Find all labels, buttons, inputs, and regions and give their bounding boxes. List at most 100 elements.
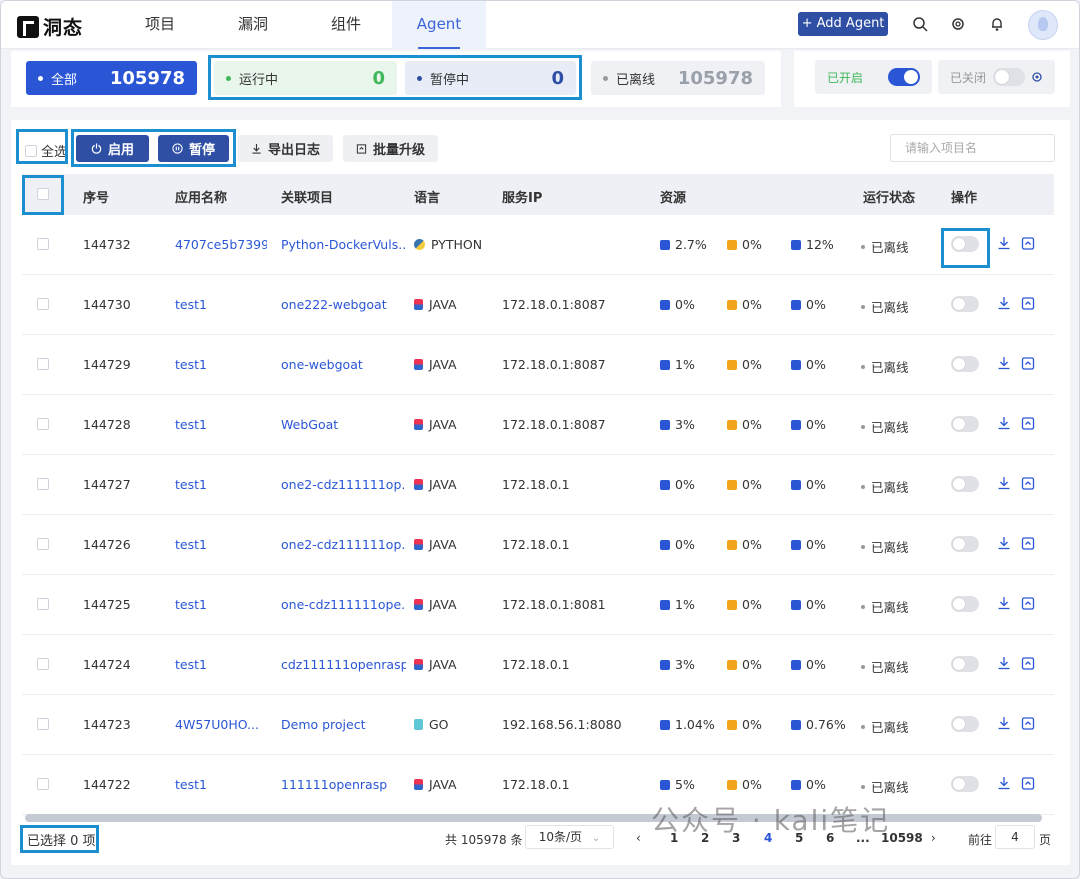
- project-search-input[interactable]: 请输入项目名: [890, 134, 1055, 162]
- row-enable-switch[interactable]: [951, 656, 979, 672]
- upgrade-icon[interactable]: [1021, 776, 1035, 790]
- nav-item-agent[interactable]: Agent: [392, 1, 486, 49]
- table-row[interactable]: 144730 test1 one222-webgoat JAVA 172.18.0.1:…: [22, 275, 1054, 335]
- upgrade-icon[interactable]: [1021, 236, 1035, 250]
- row-project-link[interactable]: one-cdz111111ope...: [281, 597, 406, 612]
- download-icon[interactable]: [997, 296, 1011, 310]
- filter-card-running[interactable]: 运行中 0: [214, 61, 397, 95]
- enabled-toggle-card[interactable]: 已开启: [815, 60, 932, 94]
- filter-card-all[interactable]: 全部 105978: [26, 61, 197, 95]
- add-agent-button[interactable]: + Add Agent: [798, 12, 888, 36]
- download-icon[interactable]: [997, 236, 1011, 250]
- row-project-link[interactable]: one2-cdz111111op...: [281, 477, 406, 492]
- download-icon[interactable]: [997, 476, 1011, 490]
- row-app-link[interactable]: test1: [175, 777, 207, 792]
- upgrade-icon[interactable]: [1021, 476, 1035, 490]
- download-icon[interactable]: [997, 536, 1011, 550]
- row-app-link[interactable]: test1: [175, 357, 207, 372]
- search-icon[interactable]: [912, 16, 928, 32]
- row-enable-switch[interactable]: [951, 536, 979, 552]
- goto-page-input[interactable]: 4: [995, 825, 1035, 849]
- table-row[interactable]: 144722 test1 111111openrasp JAVA 172.18.0.1 5…: [22, 755, 1054, 815]
- upgrade-icon[interactable]: [1021, 596, 1035, 610]
- bell-icon[interactable]: [989, 16, 1005, 32]
- upgrade-icon[interactable]: [1021, 356, 1035, 370]
- start-button[interactable]: 启用: [76, 135, 149, 162]
- disabled-switch[interactable]: [993, 68, 1025, 86]
- upgrade-icon[interactable]: [1021, 296, 1035, 310]
- table-row[interactable]: 144723 4W57U0HO... Demo project GO 192.168.5…: [22, 695, 1054, 755]
- row-enable-switch[interactable]: [951, 236, 979, 252]
- row-enable-switch[interactable]: [951, 476, 979, 492]
- download-icon[interactable]: [997, 656, 1011, 670]
- table-row[interactable]: 144728 test1 WebGoat JAVA 172.18.0.1:8087 3% 0…: [22, 395, 1054, 455]
- download-icon[interactable]: [997, 716, 1011, 730]
- upgrade-icon[interactable]: [1021, 656, 1035, 670]
- row-app-link[interactable]: test1: [175, 477, 207, 492]
- row-project-link[interactable]: WebGoat: [281, 417, 338, 432]
- row-checkbox[interactable]: [37, 538, 49, 550]
- enabled-switch[interactable]: [888, 68, 920, 86]
- next-page-icon[interactable]: ›: [931, 831, 936, 845]
- row-app-link[interactable]: test1: [175, 597, 207, 612]
- row-checkbox[interactable]: [37, 478, 49, 490]
- download-icon[interactable]: [997, 416, 1011, 430]
- row-app-link[interactable]: test1: [175, 657, 207, 672]
- pause-button[interactable]: 暂停: [158, 135, 229, 162]
- table-row[interactable]: 144725 test1 one-cdz111111ope... JAVA 172.18…: [22, 575, 1054, 635]
- row-checkbox[interactable]: [37, 298, 49, 310]
- row-project-link[interactable]: Python-DockerVuls...: [281, 237, 406, 252]
- row-project-link[interactable]: one-webgoat: [281, 357, 363, 372]
- upgrade-icon[interactable]: [1021, 416, 1035, 430]
- gear-icon[interactable]: [1031, 71, 1043, 83]
- table-row[interactable]: 144727 test1 one2-cdz111111op... JAVA 172.18…: [22, 455, 1054, 515]
- filter-card-paused[interactable]: 暂停中 0: [405, 61, 576, 95]
- row-app-link[interactable]: test1: [175, 537, 207, 552]
- upgrade-icon[interactable]: [1021, 536, 1035, 550]
- user-avatar[interactable]: [1028, 10, 1058, 40]
- download-icon[interactable]: [997, 356, 1011, 370]
- row-app-link[interactable]: 4W57U0HO...: [175, 717, 259, 732]
- row-project-link[interactable]: one222-webgoat: [281, 297, 387, 312]
- select-all-checkbox[interactable]: [25, 144, 37, 157]
- download-icon[interactable]: [997, 776, 1011, 790]
- row-checkbox[interactable]: [37, 598, 49, 610]
- row-project-link[interactable]: 111111openrasp: [281, 777, 387, 792]
- row-project-link[interactable]: Demo project: [281, 717, 366, 732]
- table-row[interactable]: 144729 test1 one-webgoat JAVA 172.18.0.1:808…: [22, 335, 1054, 395]
- row-checkbox[interactable]: [37, 778, 49, 790]
- page-size-select[interactable]: 10条/页 ⌄: [525, 825, 614, 849]
- disabled-toggle-card[interactable]: 已关闭: [938, 60, 1055, 94]
- row-project-link[interactable]: one2-cdz111111op...: [281, 537, 406, 552]
- row-checkbox[interactable]: [37, 418, 49, 430]
- row-project-link[interactable]: cdz111111openrasp: [281, 657, 406, 672]
- table-row[interactable]: 144726 test1 one2-cdz111111op... JAVA 172.18…: [22, 515, 1054, 575]
- table-row[interactable]: 144732 4707ce5b7399 Python-DockerVuls... PY…: [22, 215, 1054, 275]
- row-enable-switch[interactable]: [951, 776, 979, 792]
- nav-item-components[interactable]: 组件: [299, 1, 393, 49]
- row-checkbox[interactable]: [37, 658, 49, 670]
- row-enable-switch[interactable]: [951, 596, 979, 612]
- row-checkbox[interactable]: [37, 238, 49, 250]
- header-checkbox[interactable]: [37, 188, 49, 200]
- row-enable-switch[interactable]: [951, 356, 979, 372]
- batch-upgrade-button[interactable]: 批量升级: [343, 135, 438, 162]
- prev-page-icon[interactable]: ‹: [636, 831, 641, 845]
- filter-card-offline[interactable]: 已离线 105978: [591, 61, 765, 95]
- select-all[interactable]: 全选: [25, 141, 67, 160]
- row-enable-switch[interactable]: [951, 416, 979, 432]
- table-row[interactable]: 144724 test1 cdz111111openrasp JAVA 172.18.0…: [22, 635, 1054, 695]
- row-enable-switch[interactable]: [951, 716, 979, 732]
- row-enable-switch[interactable]: [951, 296, 979, 312]
- nav-item-projects[interactable]: 项目: [113, 1, 207, 49]
- row-app-link[interactable]: test1: [175, 297, 207, 312]
- row-app-link[interactable]: test1: [175, 417, 207, 432]
- gear-icon[interactable]: [950, 16, 966, 32]
- download-icon[interactable]: [997, 596, 1011, 610]
- export-log-button[interactable]: 导出日志: [238, 135, 333, 162]
- row-app-link[interactable]: 4707ce5b7399: [175, 237, 267, 252]
- logo[interactable]: 洞态: [17, 13, 83, 40]
- nav-item-vulns[interactable]: 漏洞: [206, 1, 300, 49]
- upgrade-icon[interactable]: [1021, 716, 1035, 730]
- row-checkbox[interactable]: [37, 358, 49, 370]
